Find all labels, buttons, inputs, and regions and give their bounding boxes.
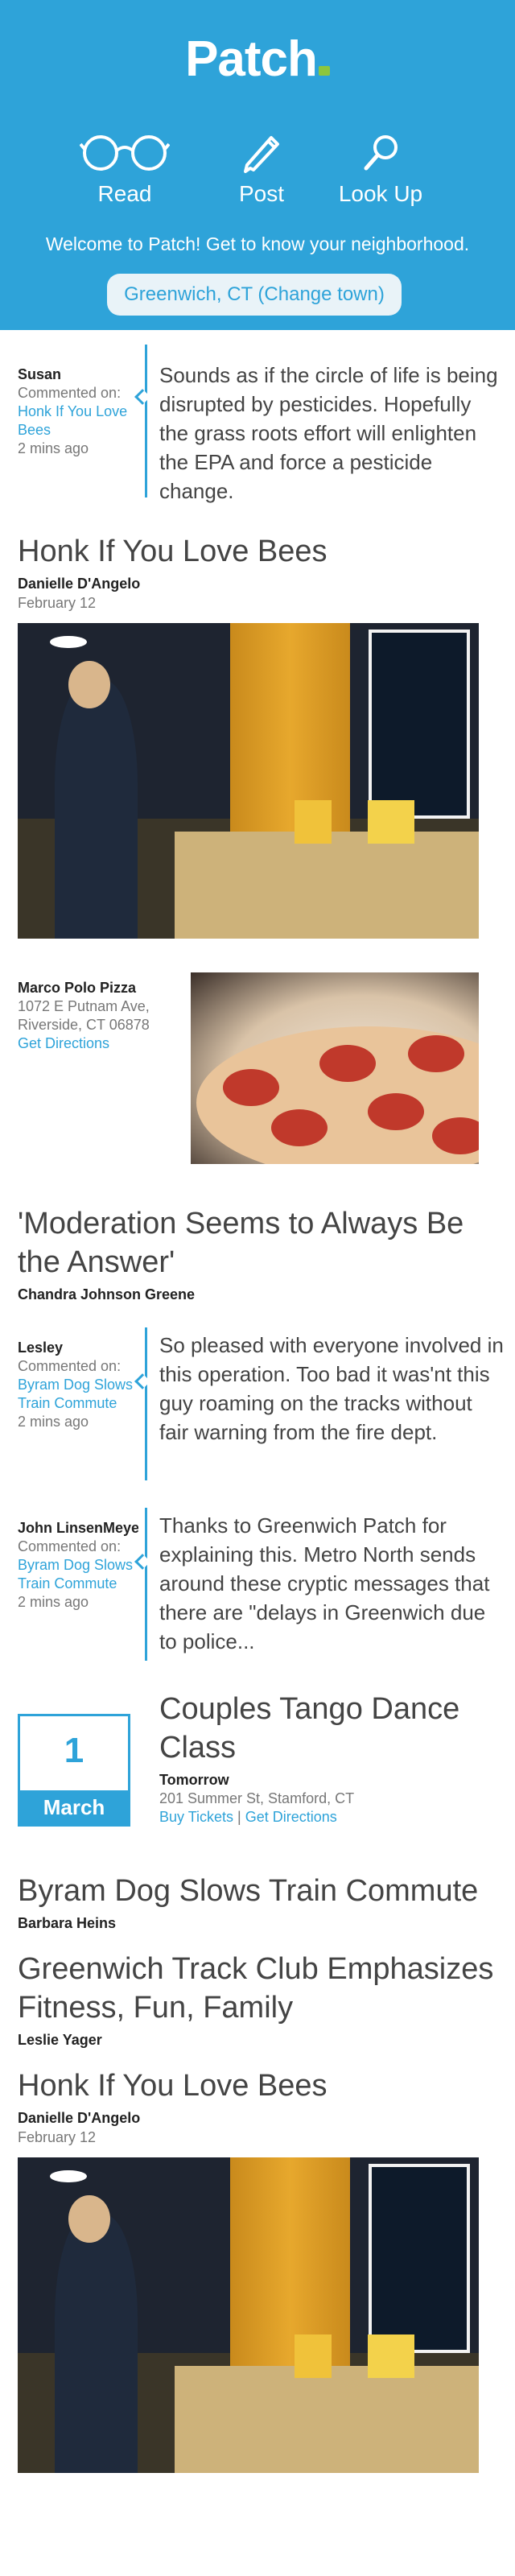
magnifier-icon [364,135,398,171]
buy-tickets-link[interactable]: Buy Tickets [159,1809,233,1825]
article-author: Danielle D'Angelo [18,2110,141,2126]
article-title[interactable]: Byram Dog Slows Train Commute [0,1872,515,1910]
article-title[interactable]: Greenwich Track Club Emphasizes Fitness,… [0,1950,515,2027]
article-card[interactable]: Honk If You Love Bees Danielle D'Angelo … [0,2066,515,2473]
business-name[interactable]: Marco Polo Pizza [18,979,179,997]
nav-look-up-label: Look Up [338,181,423,206]
nav-look-up[interactable]: Look Up [328,133,433,207]
comment-card[interactable]: Susan Commented on: Honk If You Love Bee… [0,345,515,510]
article-author: Danielle D'Angelo [18,576,141,592]
commented-article-link[interactable]: Byram Dog Slows Train Commute [18,1376,138,1413]
article-photo[interactable] [18,2157,479,2473]
article-card[interactable]: Honk If You Love Bees Danielle D'Angelo … [0,532,515,939]
link-separator: | [237,1809,241,1825]
commented-on-label: Commented on: [18,1358,122,1374]
comment-card[interactable]: Lesley Commented on: Byram Dog Slows Tra… [0,1327,515,1496]
commented-on-label: Commented on: [18,385,122,401]
article-author: Barbara Heins [18,1915,117,1931]
article-card[interactable]: 'Moderation Seems to Always Be the Answe… [0,1204,515,1303]
nav-post[interactable]: Post [209,133,314,207]
comment-meta: John LinsenMeyer Commented on: Byram Dog… [18,1519,138,1612]
article-title[interactable]: 'Moderation Seems to Always Be the Answe… [0,1204,515,1282]
comment-divider [145,1508,147,1661]
pencil-icon [244,136,279,173]
comment-meta: Susan Commented on: Honk If You Love Bee… [18,365,138,458]
comment-time: 2 mins ago [18,440,89,456]
patch-logo[interactable]: Patch [0,31,515,88]
commented-article-link[interactable]: Byram Dog Slows Train Commute [18,1556,138,1593]
business-photo[interactable] [191,972,479,1164]
article-title[interactable]: Honk If You Love Bees [0,532,515,571]
article-author: Chandra Johnson Greene [18,1286,196,1302]
comment-author[interactable]: Lesley [18,1339,138,1357]
article-date: February 12 [18,2129,97,2145]
comment-author[interactable]: John LinsenMeyer [18,1519,138,1538]
article-card[interactable]: Greenwich Track Club Emphasizes Fitness,… [0,1950,515,2049]
event-calendar-icon: 1 March [18,1714,130,1827]
event-directions-link[interactable]: Get Directions [245,1809,337,1825]
commented-on-label: Commented on: [18,1538,122,1554]
get-directions-link[interactable]: Get Directions [18,1034,179,1053]
business-address: 1072 E Putnam Ave, Riverside, CT 06878 [18,998,150,1033]
business-listing[interactable]: Marco Polo Pizza 1072 E Putnam Ave, Rive… [0,972,515,1172]
article-title[interactable]: Honk If You Love Bees [0,2066,515,2105]
nav-read[interactable]: Read [72,133,177,207]
comment-time: 2 mins ago [18,1594,89,1610]
nav-post-label: Post [238,181,285,206]
commented-article-link[interactable]: Honk If You Love Bees [18,402,138,440]
change-town-button[interactable]: Greenwich, CT (Change town) [107,274,402,316]
main-nav: Read Post Look Up [0,133,515,221]
logo-check-icon [318,66,330,76]
article-author: Leslie Yager [18,2032,102,2048]
event-card[interactable]: 1 March Couples Tango Dance Class Tomorr… [0,1690,515,1859]
listing-meta: Marco Polo Pizza 1072 E Putnam Ave, Rive… [18,979,179,1053]
event-where: 201 Summer St, Stamford, CT [159,1790,355,1806]
logo-text: Patch [185,31,318,87]
comment-card[interactable]: John LinsenMeyer Commented on: Byram Dog… [0,1508,515,1677]
comment-divider [145,345,147,497]
event-when: Tomorrow [159,1772,229,1788]
event-day: 1 [64,1731,84,1770]
comment-text[interactable]: Sounds as if the circle of life is being… [159,361,505,506]
article-card[interactable]: Byram Dog Slows Train Commute Barbara He… [0,1872,515,1932]
event-links: Buy Tickets | Get Directions [159,1809,497,1826]
comment-text[interactable]: So pleased with everyone involved in thi… [159,1331,505,1447]
welcome-message: Welcome to Patch! Get to know your neigh… [45,233,470,254]
comment-author[interactable]: Susan [18,365,138,384]
comment-meta: Lesley Commented on: Byram Dog Slows Tra… [18,1339,138,1431]
header: Patch Read Post Look Up Welcome to Patch… [0,0,515,330]
nav-read-label: Read [97,181,152,206]
event-month: March [20,1790,128,1824]
event-details: Couples Tango Dance Class Tomorrow 201 S… [159,1690,497,1826]
comment-time: 2 mins ago [18,1414,89,1430]
comment-divider [145,1327,147,1480]
comment-text[interactable]: Thanks to Greenwich Patch for explaining… [159,1511,505,1656]
article-date: February 12 [18,595,97,611]
event-title[interactable]: Couples Tango Dance Class [159,1690,497,1767]
glasses-icon [80,135,170,171]
article-photo[interactable] [18,623,479,939]
